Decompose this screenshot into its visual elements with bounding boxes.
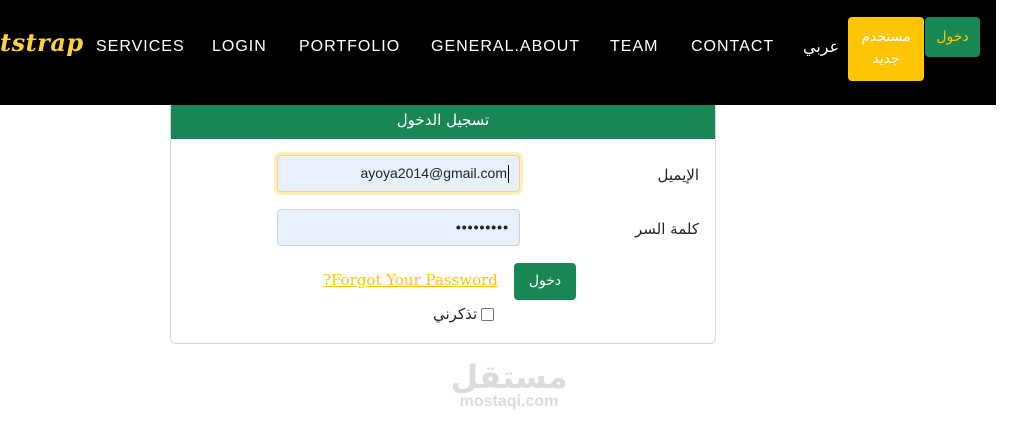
remember-me-label: تذكرني <box>433 305 478 323</box>
forgot-password-link[interactable]: ?Forgot Your Password <box>323 271 498 289</box>
language-switch-link[interactable]: عربي <box>803 37 839 56</box>
watermark-arabic-logo: مستقل <box>450 358 568 396</box>
nav-link-login[interactable]: LOGIN <box>212 38 267 56</box>
remember-me-row: تذكرني <box>433 305 495 323</box>
text-caret <box>508 165 509 184</box>
password-label: كلمة السر <box>635 220 699 238</box>
top-navbar: tstrap SERVICES LOGIN PORTFOLIO GENERAL.… <box>0 0 996 105</box>
password-field[interactable]: ••••••••• <box>277 209 520 246</box>
nav-link-general-about[interactable]: GENERAL.ABOUT <box>431 38 580 56</box>
login-card: تسجيل الدخول الإيميل ayoya2014@gmail.com… <box>170 105 716 344</box>
new-user-label-line2: جديد <box>872 51 900 67</box>
nav-link-portfolio[interactable]: PORTFOLIO <box>299 38 400 56</box>
watermark-domain: mostaqi.com <box>459 393 559 410</box>
watermark: مستقل mostaqi.com <box>444 360 574 410</box>
nav-login-button[interactable]: دخول <box>925 17 980 57</box>
remember-me-checkbox[interactable] <box>481 308 495 321</box>
login-card-header: تسجيل الدخول <box>171 105 715 139</box>
login-submit-button[interactable]: دخول <box>514 263 576 300</box>
email-label: الإيميل <box>657 166 699 184</box>
email-field-value: ayoya2014@gmail.com <box>360 165 507 181</box>
password-field-value: ••••••••• <box>455 219 509 235</box>
nav-link-contact[interactable]: CONTACT <box>691 38 774 56</box>
new-user-button[interactable]: مستخدم جديد <box>848 17 924 81</box>
nav-link-services[interactable]: SERVICES <box>96 38 185 56</box>
new-user-label-line1: مستخدم <box>861 29 911 45</box>
brand-logo[interactable]: tstrap <box>0 28 84 57</box>
nav-link-team[interactable]: TEAM <box>610 38 658 56</box>
email-field[interactable]: ayoya2014@gmail.com <box>277 155 520 192</box>
